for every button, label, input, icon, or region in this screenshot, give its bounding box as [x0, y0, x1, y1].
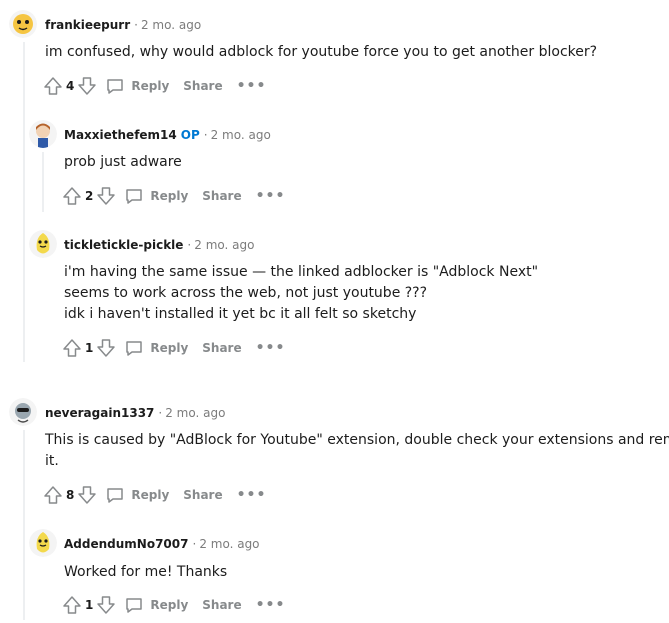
author-name[interactable]: tickletickle-pickle	[64, 238, 183, 252]
thread-line	[42, 152, 44, 212]
comment-actions: 1 Reply Share •••	[62, 336, 285, 360]
reply-icon	[107, 488, 124, 503]
comment-body: This is caused by "AdBlock for Youtube" …	[45, 430, 669, 472]
comment-actions: 2 Reply Share •••	[62, 184, 285, 208]
vote-count: 8	[66, 488, 75, 502]
timestamp[interactable]: 2 mo. ago	[211, 128, 271, 142]
vote-count: 2	[85, 189, 94, 203]
downvote-icon[interactable]	[96, 186, 116, 206]
downvote-icon[interactable]	[96, 338, 116, 358]
avatar[interactable]	[9, 10, 37, 38]
comment-meta: AddendumNo7007 · 2 mo. ago	[64, 536, 260, 552]
more-options-button[interactable]: •••	[237, 488, 267, 502]
reply-label: Reply	[131, 79, 170, 93]
timestamp[interactable]: 2 mo. ago	[199, 537, 259, 551]
author-name[interactable]: AddendumNo7007	[64, 537, 188, 551]
reply-label: Reply	[131, 488, 170, 502]
comment-line: it.	[45, 453, 59, 469]
vote-count: 1	[85, 598, 94, 612]
comment-meta: frankieepurr · 2 mo. ago	[45, 17, 201, 33]
reply-button[interactable]: Reply	[105, 76, 169, 96]
comment-line: idk i haven't installed it yet bc it all…	[64, 306, 417, 322]
separator-dot: ·	[192, 537, 197, 551]
upvote-icon[interactable]	[43, 485, 63, 505]
avatar[interactable]	[29, 529, 57, 557]
upvote-icon[interactable]	[43, 76, 63, 96]
timestamp[interactable]: 2 mo. ago	[141, 18, 201, 32]
comment-actions: 4 Reply Share •••	[43, 74, 266, 98]
op-badge: OP	[180, 128, 200, 142]
comment-meta: neveragain1337 · 2 mo. ago	[45, 405, 225, 421]
share-button[interactable]: Share	[183, 79, 222, 93]
reply-button[interactable]: Reply	[124, 186, 188, 206]
separator-dot: ·	[158, 406, 163, 420]
comment-line: im confused, why would adblock for youtu…	[45, 44, 598, 60]
upvote-icon[interactable]	[62, 186, 82, 206]
reply-icon	[126, 341, 143, 356]
separator-dot: ·	[187, 238, 192, 252]
downvote-icon[interactable]	[96, 595, 116, 615]
author-name[interactable]: frankieepurr	[45, 18, 130, 32]
thread-line	[23, 430, 25, 620]
share-button[interactable]: Share	[202, 598, 241, 612]
more-options-button[interactable]: •••	[256, 598, 286, 612]
comment-line: prob just adware	[64, 154, 182, 170]
vote-count: 4	[66, 79, 75, 93]
reply-label: Reply	[150, 598, 189, 612]
author-name[interactable]: neveragain1337	[45, 406, 154, 420]
comment-line: seems to work across the web, not just y…	[64, 285, 428, 301]
avatar[interactable]	[9, 398, 37, 426]
share-button[interactable]: Share	[183, 488, 222, 502]
comment-body: im confused, why would adblock for youtu…	[45, 42, 597, 63]
comment-line: Worked for me! Thanks	[64, 564, 228, 580]
author-name[interactable]: Maxxiethefem14	[64, 128, 177, 142]
downvote-icon[interactable]	[77, 485, 97, 505]
comment-actions: 8 Reply Share •••	[43, 483, 266, 507]
upvote-icon[interactable]	[62, 595, 82, 615]
reply-label: Reply	[150, 189, 189, 203]
comment-body: Worked for me! Thanks	[64, 562, 227, 583]
reply-icon	[126, 189, 143, 204]
avatar[interactable]	[29, 230, 57, 258]
reply-label: Reply	[150, 341, 189, 355]
timestamp[interactable]: 2 mo. ago	[194, 238, 254, 252]
separator-dot: ·	[203, 128, 208, 142]
more-options-button[interactable]: •••	[237, 79, 267, 93]
comment-meta: Maxxiethefem14 OP · 2 mo. ago	[64, 127, 271, 143]
comment-body: prob just adware	[64, 152, 182, 173]
reply-button[interactable]: Reply	[124, 595, 188, 615]
more-options-button[interactable]: •••	[256, 189, 286, 203]
timestamp[interactable]: 2 mo. ago	[165, 406, 225, 420]
comment-actions: 1 Reply Share •••	[62, 593, 285, 617]
separator-dot: ·	[134, 18, 138, 32]
downvote-icon[interactable]	[77, 76, 97, 96]
share-button[interactable]: Share	[202, 189, 241, 203]
comment-meta: tickletickle-pickle · 2 mo. ago	[64, 237, 254, 253]
reply-button[interactable]: Reply	[105, 485, 169, 505]
comment-body: i'm having the same issue — the linked a…	[64, 262, 538, 325]
avatar[interactable]	[29, 120, 57, 148]
share-button[interactable]: Share	[202, 341, 241, 355]
comment-line: i'm having the same issue — the linked a…	[64, 264, 539, 280]
comment-line: This is caused by "AdBlock for Youtube" …	[45, 432, 669, 448]
reply-icon	[126, 598, 143, 613]
more-options-button[interactable]: •••	[256, 341, 286, 355]
reply-button[interactable]: Reply	[124, 338, 188, 358]
upvote-icon[interactable]	[62, 338, 82, 358]
vote-count: 1	[85, 341, 94, 355]
reply-icon	[107, 79, 124, 94]
thread-line	[23, 42, 25, 362]
